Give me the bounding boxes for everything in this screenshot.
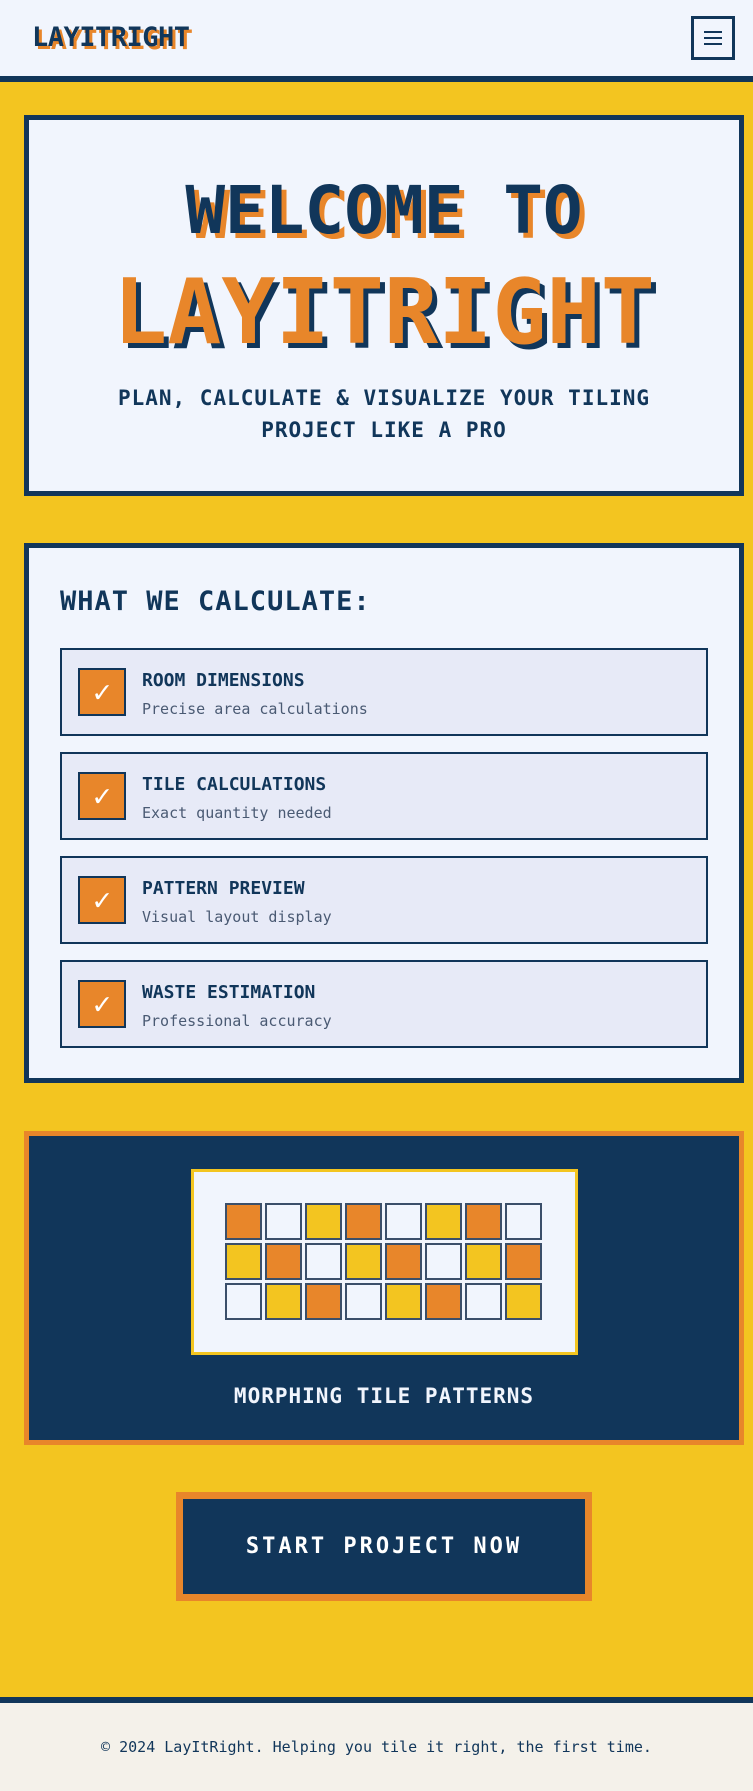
pattern-tile (505, 1243, 542, 1280)
pattern-tile (505, 1203, 542, 1240)
hero-brand-heading: LAYITRIGHT (113, 260, 655, 365)
pattern-tile (305, 1243, 342, 1280)
pattern-tile (265, 1203, 302, 1240)
menu-button[interactable] (691, 16, 735, 60)
pattern-tile (505, 1283, 542, 1320)
feature-item-pattern-preview: ✓ PATTERN PREVIEW Visual layout display (60, 856, 708, 944)
pattern-tile (265, 1283, 302, 1320)
pattern-tile (465, 1283, 502, 1320)
pattern-label: MORPHING TILE PATTERNS (233, 1384, 535, 1408)
pattern-tile (465, 1243, 502, 1280)
pattern-tile (385, 1203, 422, 1240)
feature-description: Visual layout display (142, 908, 332, 926)
pattern-tile (345, 1283, 382, 1320)
tile-grid (225, 1203, 542, 1320)
feature-item-tile-calculations: ✓ TILE CALCULATIONS Exact quantity neede… (60, 752, 708, 840)
feature-item-room-dimensions: ✓ ROOM DIMENSIONS Precise area calculati… (60, 648, 708, 736)
feature-title: ROOM DIMENSIONS (142, 670, 305, 691)
pattern-tile (225, 1283, 262, 1320)
feature-description: Precise area calculations (142, 700, 368, 718)
hero-welcome-heading: WELCOME TO (185, 172, 583, 249)
check-icon: ✓ (78, 668, 126, 716)
pattern-tile (265, 1243, 302, 1280)
feature-title: PATTERN PREVIEW (142, 878, 305, 899)
pattern-tile (385, 1283, 422, 1320)
pattern-tile (425, 1243, 462, 1280)
site-footer: © 2024 LayItRight. Helping you tile it r… (0, 1697, 753, 1791)
feature-description: Professional accuracy (142, 1012, 332, 1030)
start-project-button[interactable]: START PROJECT NOW (176, 1492, 592, 1601)
logo[interactable]: LAYITRIGHT (32, 22, 190, 53)
feature-item-waste-estimation: ✓ WASTE ESTIMATION Professional accuracy (60, 960, 708, 1048)
check-icon: ✓ (78, 980, 126, 1028)
feature-title: WASTE ESTIMATION (142, 982, 316, 1003)
feature-title: TILE CALCULATIONS (142, 774, 327, 795)
footer-copyright: © 2024 LayItRight. Helping you tile it r… (101, 1738, 652, 1756)
pattern-tile (345, 1203, 382, 1240)
pattern-tile (225, 1203, 262, 1240)
pattern-tile (225, 1243, 262, 1280)
hero-subtitle: PLAN, CALCULATE & VISUALIZE YOUR TILING … (117, 386, 651, 442)
pattern-tile (425, 1203, 462, 1240)
pattern-tile (305, 1203, 342, 1240)
pattern-tile (345, 1243, 382, 1280)
check-icon: ✓ (78, 772, 126, 820)
pattern-preview-panel: MORPHING TILE PATTERNS (24, 1131, 744, 1445)
feature-description: Exact quantity needed (142, 804, 332, 822)
pattern-tile (385, 1243, 422, 1280)
check-icon: ✓ (78, 876, 126, 924)
pattern-tile (465, 1203, 502, 1240)
pattern-tile (305, 1283, 342, 1320)
features-panel: WHAT WE CALCULATE: ✓ ROOM DIMENSIONS Pre… (24, 543, 744, 1083)
site-header: LAYITRIGHT (0, 0, 753, 82)
tile-pattern-preview (191, 1169, 578, 1355)
pattern-tile (425, 1283, 462, 1320)
hamburger-menu-icon (704, 27, 722, 49)
hero-panel: WELCOME TO LAYITRIGHT PLAN, CALCULATE & … (24, 115, 744, 496)
features-title: WHAT WE CALCULATE: (60, 586, 371, 617)
